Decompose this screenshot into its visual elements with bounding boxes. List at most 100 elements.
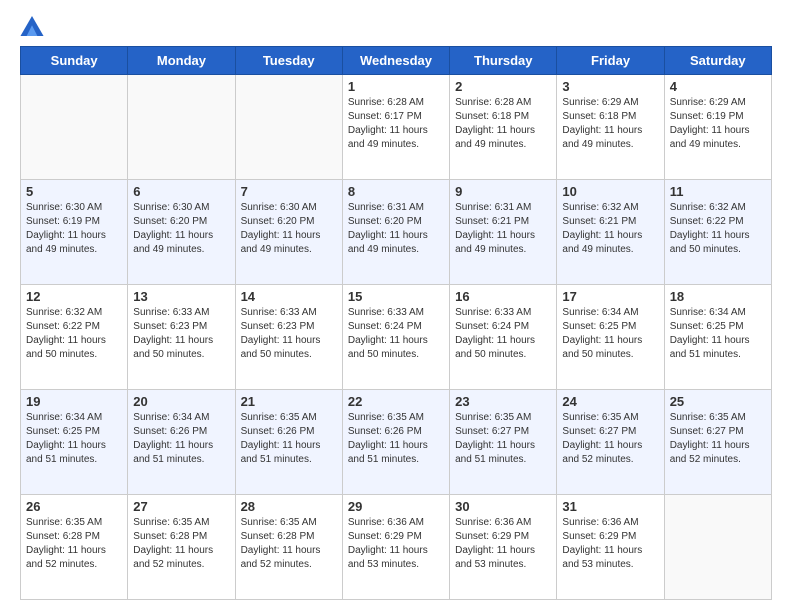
day-number: 4 xyxy=(670,79,766,94)
day-info: Sunrise: 6:32 AM Sunset: 6:22 PM Dayligh… xyxy=(670,201,766,257)
calendar-cell: 3 Sunrise: 6:29 AM Sunset: 6:18 PM Daylig… xyxy=(557,75,664,180)
day-number: 8 xyxy=(348,184,444,199)
day-info: Sunrise: 6:35 AM Sunset: 6:27 PM Dayligh… xyxy=(562,411,658,467)
day-number: 19 xyxy=(26,394,122,409)
weekday-header-wednesday: Wednesday xyxy=(342,47,449,75)
calendar-cell: 20 Sunrise: 6:34 AM Sunset: 6:26 PM Dayli… xyxy=(128,390,235,495)
calendar-cell: 22Sunrise: 6:35 AM Sunset: 6:26 PM Dayli… xyxy=(342,390,449,495)
day-info: Sunrise: 6:30 AM Sunset: 6:19 PM Dayligh… xyxy=(26,201,122,257)
day-number: 16 xyxy=(455,289,551,304)
calendar-cell: 29 Sunrise: 6:36 AM Sunset: 6:29 PM Dayli… xyxy=(342,495,449,600)
day-number: 29 xyxy=(348,499,444,514)
calendar-cell: 12 Sunrise: 6:32 AM Sunset: 6:22 PM Dayli… xyxy=(21,285,128,390)
day-number: 6 xyxy=(133,184,229,199)
weekday-header-friday: Friday xyxy=(557,47,664,75)
calendar-cell: 27 Sunrise: 6:35 AM Sunset: 6:28 PM Dayli… xyxy=(128,495,235,600)
day-info: Sunrise: 6:33 AM Sunset: 6:24 PM Dayligh… xyxy=(455,306,551,362)
weekday-header-row: SundayMondayTuesdayWednesdayThursdayFrid… xyxy=(21,47,772,75)
day-info: Sunrise: 6:34 AM Sunset: 6:26 PM Dayligh… xyxy=(133,411,229,467)
calendar-cell: 2 Sunrise: 6:28 AM Sunset: 6:18 PM Daylig… xyxy=(450,75,557,180)
calendar-cell xyxy=(664,495,771,600)
calendar-week-5: 26 Sunrise: 6:35 AM Sunset: 6:28 PM Dayli… xyxy=(21,495,772,600)
calendar-cell xyxy=(128,75,235,180)
day-info: Sunrise: 6:31 AM Sunset: 6:20 PM Dayligh… xyxy=(348,201,444,257)
day-info: Sunrise: 6:32 AM Sunset: 6:22 PM Dayligh… xyxy=(26,306,122,362)
day-info: Sunrise: 6:30 AM Sunset: 6:20 PM Dayligh… xyxy=(241,201,337,257)
day-info: Sunrise: 6:32 AM Sunset: 6:21 PM Dayligh… xyxy=(562,201,658,257)
day-number: 21 xyxy=(241,394,337,409)
day-number: 5 xyxy=(26,184,122,199)
day-number: 27 xyxy=(133,499,229,514)
calendar-cell: 25 Sunrise: 6:35 AM Sunset: 6:27 PM Dayli… xyxy=(664,390,771,495)
day-number: 30 xyxy=(455,499,551,514)
calendar-cell: 28 Sunrise: 6:35 AM Sunset: 6:28 PM Dayli… xyxy=(235,495,342,600)
calendar-cell: 10Sunrise: 6:32 AM Sunset: 6:21 PM Dayli… xyxy=(557,180,664,285)
calendar-cell xyxy=(21,75,128,180)
weekday-header-sunday: Sunday xyxy=(21,47,128,75)
day-info: Sunrise: 6:30 AM Sunset: 6:20 PM Dayligh… xyxy=(133,201,229,257)
calendar-cell: 24 Sunrise: 6:35 AM Sunset: 6:27 PM Dayli… xyxy=(557,390,664,495)
day-info: Sunrise: 6:28 AM Sunset: 6:17 PM Dayligh… xyxy=(348,96,444,152)
calendar-cell: 8 Sunrise: 6:31 AM Sunset: 6:20 PM Daylig… xyxy=(342,180,449,285)
day-number: 2 xyxy=(455,79,551,94)
calendar-cell xyxy=(235,75,342,180)
calendar-cell: 15 Sunrise: 6:33 AM Sunset: 6:24 PM Dayli… xyxy=(342,285,449,390)
calendar-cell: 18Sunrise: 6:34 AM Sunset: 6:25 PM Dayli… xyxy=(664,285,771,390)
day-number: 13 xyxy=(133,289,229,304)
day-number: 28 xyxy=(241,499,337,514)
day-info: Sunrise: 6:36 AM Sunset: 6:29 PM Dayligh… xyxy=(348,516,444,572)
day-number: 17 xyxy=(562,289,658,304)
logo-icon xyxy=(20,16,44,36)
calendar-week-1: 1 Sunrise: 6:28 AM Sunset: 6:17 PM Daylig… xyxy=(21,75,772,180)
day-number: 18 xyxy=(670,289,766,304)
day-number: 25 xyxy=(670,394,766,409)
day-info: Sunrise: 6:29 AM Sunset: 6:18 PM Dayligh… xyxy=(562,96,658,152)
day-info: Sunrise: 6:35 AM Sunset: 6:27 PM Dayligh… xyxy=(455,411,551,467)
calendar-week-4: 19Sunrise: 6:34 AM Sunset: 6:25 PM Dayli… xyxy=(21,390,772,495)
day-info: Sunrise: 6:35 AM Sunset: 6:26 PM Dayligh… xyxy=(348,411,444,467)
day-number: 14 xyxy=(241,289,337,304)
day-info: Sunrise: 6:33 AM Sunset: 6:24 PM Dayligh… xyxy=(348,306,444,362)
calendar-cell: 14Sunrise: 6:33 AM Sunset: 6:23 PM Dayli… xyxy=(235,285,342,390)
day-number: 12 xyxy=(26,289,122,304)
calendar-body: 1 Sunrise: 6:28 AM Sunset: 6:17 PM Daylig… xyxy=(21,75,772,600)
day-info: Sunrise: 6:35 AM Sunset: 6:26 PM Dayligh… xyxy=(241,411,337,467)
day-number: 20 xyxy=(133,394,229,409)
day-info: Sunrise: 6:36 AM Sunset: 6:29 PM Dayligh… xyxy=(562,516,658,572)
weekday-header-monday: Monday xyxy=(128,47,235,75)
day-info: Sunrise: 6:28 AM Sunset: 6:18 PM Dayligh… xyxy=(455,96,551,152)
day-info: Sunrise: 6:35 AM Sunset: 6:28 PM Dayligh… xyxy=(241,516,337,572)
calendar-cell: 6 Sunrise: 6:30 AM Sunset: 6:20 PM Daylig… xyxy=(128,180,235,285)
logo xyxy=(20,16,48,36)
calendar-cell: 30 Sunrise: 6:36 AM Sunset: 6:29 PM Dayli… xyxy=(450,495,557,600)
day-info: Sunrise: 6:34 AM Sunset: 6:25 PM Dayligh… xyxy=(562,306,658,362)
calendar-cell: 1 Sunrise: 6:28 AM Sunset: 6:17 PM Daylig… xyxy=(342,75,449,180)
day-number: 15 xyxy=(348,289,444,304)
calendar-cell: 17 Sunrise: 6:34 AM Sunset: 6:25 PM Dayli… xyxy=(557,285,664,390)
calendar-cell: 26 Sunrise: 6:35 AM Sunset: 6:28 PM Dayli… xyxy=(21,495,128,600)
calendar-cell: 16 Sunrise: 6:33 AM Sunset: 6:24 PM Dayli… xyxy=(450,285,557,390)
day-info: Sunrise: 6:35 AM Sunset: 6:28 PM Dayligh… xyxy=(133,516,229,572)
calendar-cell: 11 Sunrise: 6:32 AM Sunset: 6:22 PM Dayli… xyxy=(664,180,771,285)
calendar-cell: 9 Sunrise: 6:31 AM Sunset: 6:21 PM Daylig… xyxy=(450,180,557,285)
day-number: 26 xyxy=(26,499,122,514)
day-number: 11 xyxy=(670,184,766,199)
day-info: Sunrise: 6:35 AM Sunset: 6:28 PM Dayligh… xyxy=(26,516,122,572)
day-info: Sunrise: 6:36 AM Sunset: 6:29 PM Dayligh… xyxy=(455,516,551,572)
calendar-week-3: 12 Sunrise: 6:32 AM Sunset: 6:22 PM Dayli… xyxy=(21,285,772,390)
calendar-cell: 7Sunrise: 6:30 AM Sunset: 6:20 PM Daylig… xyxy=(235,180,342,285)
day-info: Sunrise: 6:33 AM Sunset: 6:23 PM Dayligh… xyxy=(133,306,229,362)
day-number: 3 xyxy=(562,79,658,94)
calendar-cell: 4Sunrise: 6:29 AM Sunset: 6:19 PM Daylig… xyxy=(664,75,771,180)
day-number: 31 xyxy=(562,499,658,514)
calendar-table: SundayMondayTuesdayWednesdayThursdayFrid… xyxy=(20,46,772,600)
calendar-cell: 5 Sunrise: 6:30 AM Sunset: 6:19 PM Daylig… xyxy=(21,180,128,285)
day-number: 24 xyxy=(562,394,658,409)
day-info: Sunrise: 6:35 AM Sunset: 6:27 PM Dayligh… xyxy=(670,411,766,467)
calendar-cell: 13 Sunrise: 6:33 AM Sunset: 6:23 PM Dayli… xyxy=(128,285,235,390)
calendar-cell: 31 Sunrise: 6:36 AM Sunset: 6:29 PM Dayli… xyxy=(557,495,664,600)
day-number: 9 xyxy=(455,184,551,199)
calendar-cell: 23Sunrise: 6:35 AM Sunset: 6:27 PM Dayli… xyxy=(450,390,557,495)
day-info: Sunrise: 6:31 AM Sunset: 6:21 PM Dayligh… xyxy=(455,201,551,257)
day-number: 1 xyxy=(348,79,444,94)
